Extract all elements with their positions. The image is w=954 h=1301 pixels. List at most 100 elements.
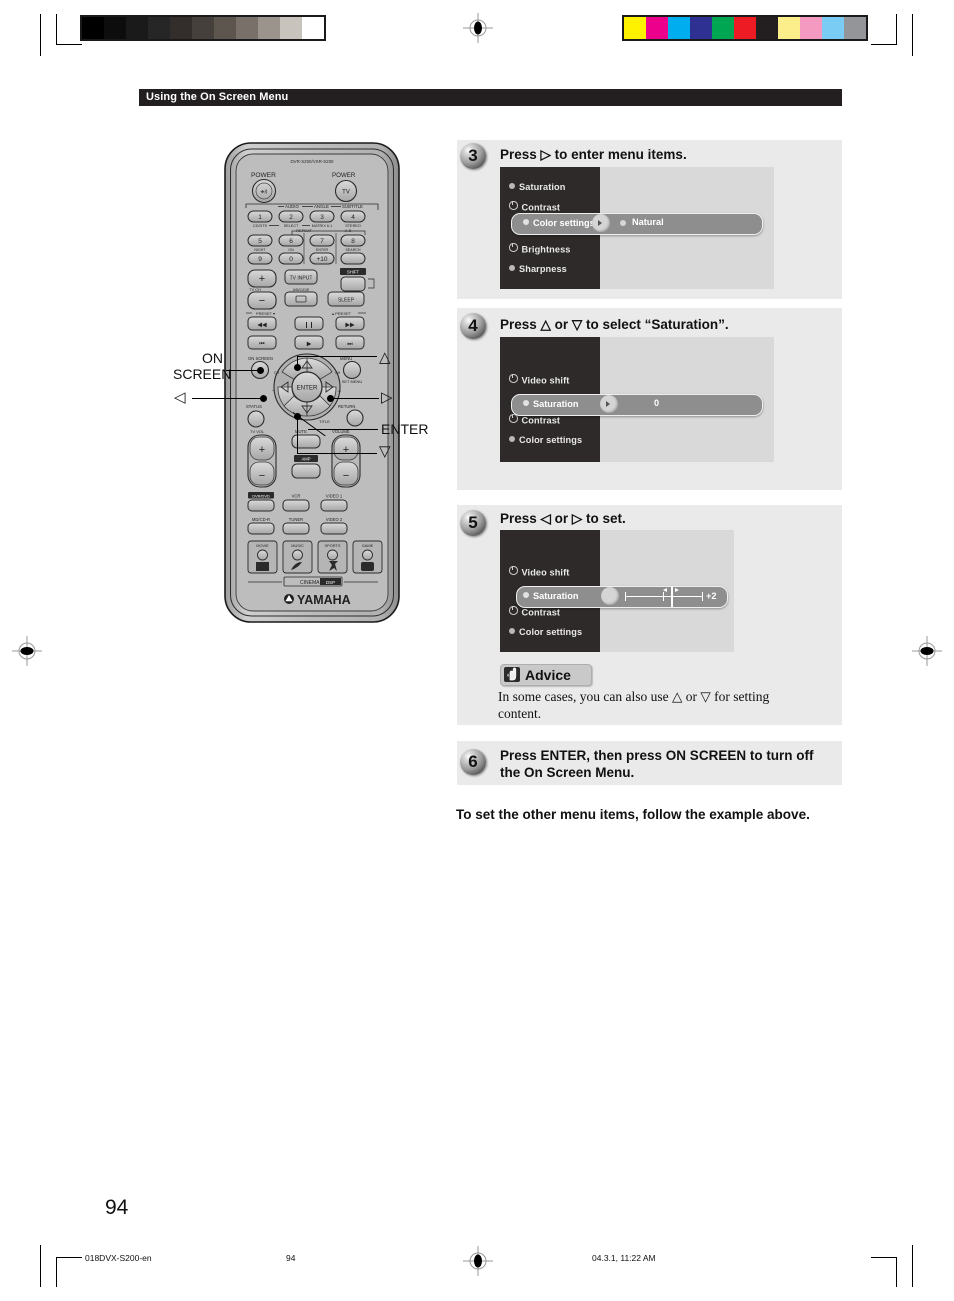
gray-swatch [148,17,170,39]
svg-text:CINEMA: CINEMA [300,580,320,586]
closing-note: To set the other menu items, follow the … [456,807,810,822]
svg-text:TV CH: TV CH [249,288,261,292]
svg-text:+: + [259,273,265,285]
svg-text:VIDEO 1: VIDEO 1 [326,493,343,498]
svg-text:+: + [259,444,265,456]
remote-control-illustration: DVR-S200/VSR-S200 POWER ⎈/I POWER TV AUD… [224,142,400,623]
svg-text:TV INPUT: TV INPUT [290,276,313,282]
step-4-osd-screen: Video shift Contrast Color settings Satu… [500,337,774,462]
footer-folio: 94 [286,1253,296,1263]
slider-tick-right [702,592,704,601]
color-registration-bar [622,15,868,41]
svg-text:0: 0 [289,256,293,263]
color-swatch [690,17,712,39]
gray-swatch [82,17,104,39]
bullet-icon [509,265,515,271]
svg-text:+10: +10 [316,256,327,263]
slider-cursor [671,586,673,607]
bullet-icon [509,436,515,442]
osd-enter-knob[interactable] [600,395,618,413]
svg-text:DVR-S200/VSR-S200: DVR-S200/VSR-S200 [291,159,335,164]
svg-text:TV VOL: TV VOL [250,429,265,434]
callout-down: ▽ [379,443,391,460]
osd-slider-knob[interactable] [601,587,619,605]
callout-on-screen-line1: ON [202,350,223,366]
svg-text:ON SCREEN: ON SCREEN [248,356,273,361]
svg-text:DSP: DSP [326,580,335,585]
callout-on-screen: ON SCREEN [173,350,231,382]
slider-tick-mid [663,592,665,601]
svg-text:3: 3 [320,214,324,221]
svg-text:RETURN: RETURN [338,404,355,409]
hand-pointer-icon [504,667,520,682]
svg-text:REPEAT: REPEAT [296,228,312,233]
advice-text: In some cases, you can also use △ or ▽ f… [498,689,770,721]
svg-text:NIGHT: NIGHT [254,248,266,252]
slider-left-arrow-icon [663,588,667,592]
bullet-icon [523,400,529,406]
svg-text:CD/DTS: CD/DTS [253,224,268,228]
crop-mark [871,44,897,45]
page-number: 94 [105,1196,129,1219]
osd-highlight-label: Color settings [523,217,595,229]
callout-up: △ [379,349,391,366]
right-arrow-icon [606,401,610,407]
svg-text:TITLE: TITLE [319,419,330,424]
svg-text:SLEEP: SLEEP [338,298,355,304]
gear-icon [509,606,518,615]
svg-text:ENTER: ENTER [316,248,329,252]
step-5-osd-screen: Video shift Contrast Color settings Satu… [500,530,734,652]
advice-pill: Advice [500,664,592,686]
step-6-title-line2: the On Screen Menu. [500,765,635,780]
crop-mark [56,14,57,44]
gray-swatch [302,17,324,39]
svg-text:ENTER: ENTER [297,385,319,392]
leader-line-up [297,356,377,357]
step-3-submenu-value: Natural [632,217,664,227]
color-swatch [800,17,822,39]
svg-text:7: 7 [320,238,324,245]
gear-icon [509,201,518,210]
page-title: Using the On Screen Menu [146,91,289,103]
callout-enter: ENTER [381,421,429,437]
selection-caret-icon [501,218,506,226]
crop-mark [912,1245,913,1287]
svg-text:❙❙: ❙❙ [304,322,314,329]
bullet-icon [509,183,515,189]
gray-swatch [258,17,280,39]
advice-label: Advice [525,667,571,683]
step-5-title: Press ◁ or ▷ to set. [500,511,626,526]
svg-text:⏮: ⏮ [259,341,265,348]
svg-text:▶: ▶ [307,341,312,348]
svg-text:TV: TV [342,190,350,196]
svg-text:CH: CH [274,371,280,375]
crop-mark [56,1257,57,1287]
selection-caret-icon [501,399,506,407]
osd-item-video-shift: Video shift [509,566,569,579]
crop-mark [56,44,82,45]
right-arrow-icon [598,220,602,226]
gray-swatch [214,17,236,39]
osd-item-contrast: Contrast [509,201,560,214]
color-swatch [712,17,734,39]
crop-mark [56,1257,82,1258]
osd-enter-knob[interactable] [592,214,610,232]
step-4-submenu-value: 0 [654,398,660,408]
svg-text:STATUS: STATUS [246,404,262,409]
gray-swatch [192,17,214,39]
svg-text:6: 6 [289,238,293,245]
svg-text:GAME: GAME [362,543,374,548]
step-3-badge: 3 [460,143,486,169]
leader-dot-right [327,395,334,402]
svg-text:8: 8 [351,238,355,245]
callout-right: ▷ [381,389,393,406]
svg-text:SHIFT: SHIFT [347,269,360,274]
svg-text:▴ PRESET: ▴ PRESET [332,311,352,316]
color-swatch [756,17,778,39]
leader-dot-left [260,395,267,402]
submenu-bullet-icon [620,220,626,226]
gear-icon [509,374,518,383]
gray-ramp-bar [80,15,326,41]
svg-text:SET MENU: SET MENU [342,379,363,384]
color-swatch [778,17,800,39]
